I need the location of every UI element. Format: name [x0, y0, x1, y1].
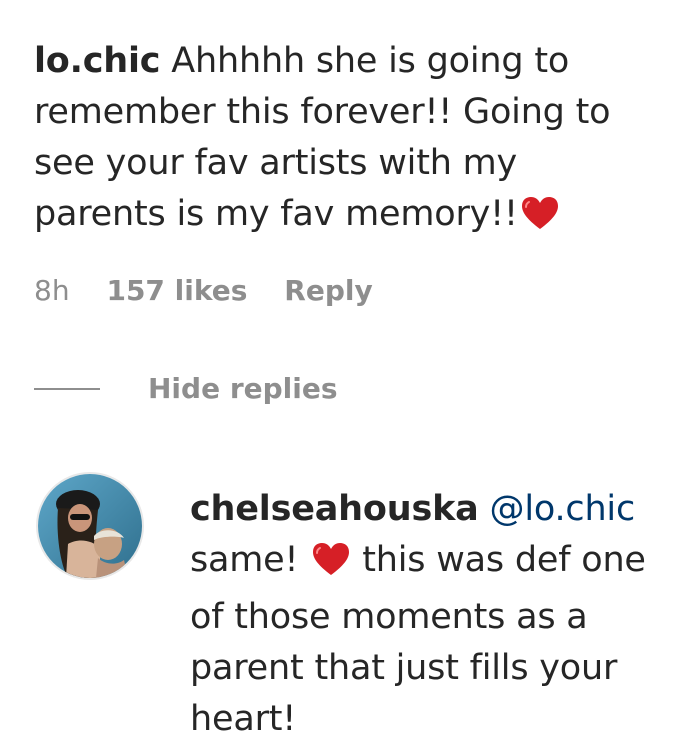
heart-emoji-icon	[311, 541, 351, 592]
avatar[interactable]	[38, 474, 142, 578]
user-avatar-icon	[38, 474, 142, 578]
comment-time: 8h	[34, 274, 70, 307]
comment-likes[interactable]: 157 likes	[106, 274, 247, 307]
reply-text-before: same!	[190, 540, 299, 580]
reply-mention-link[interactable]: @lo.chic	[490, 489, 636, 529]
reply-body: chelseahouska @lo.chic same! this was de…	[190, 484, 660, 745]
comment-username[interactable]: lo.chic	[34, 41, 161, 81]
comment-thread: lo.chic Ahhhhh she is going to remember …	[0, 0, 680, 749]
hide-replies-label: Hide replies	[148, 372, 338, 405]
reply-username[interactable]: chelseahouska	[190, 489, 479, 529]
hide-replies-button[interactable]: Hide replies	[34, 372, 338, 405]
heart-emoji-icon	[520, 195, 560, 246]
reply-button[interactable]: Reply	[284, 274, 372, 307]
comment-body: lo.chic Ahhhhh she is going to remember …	[34, 36, 644, 246]
comment-meta: 8h 157 likes Reply	[34, 274, 401, 307]
divider-line	[34, 387, 100, 390]
